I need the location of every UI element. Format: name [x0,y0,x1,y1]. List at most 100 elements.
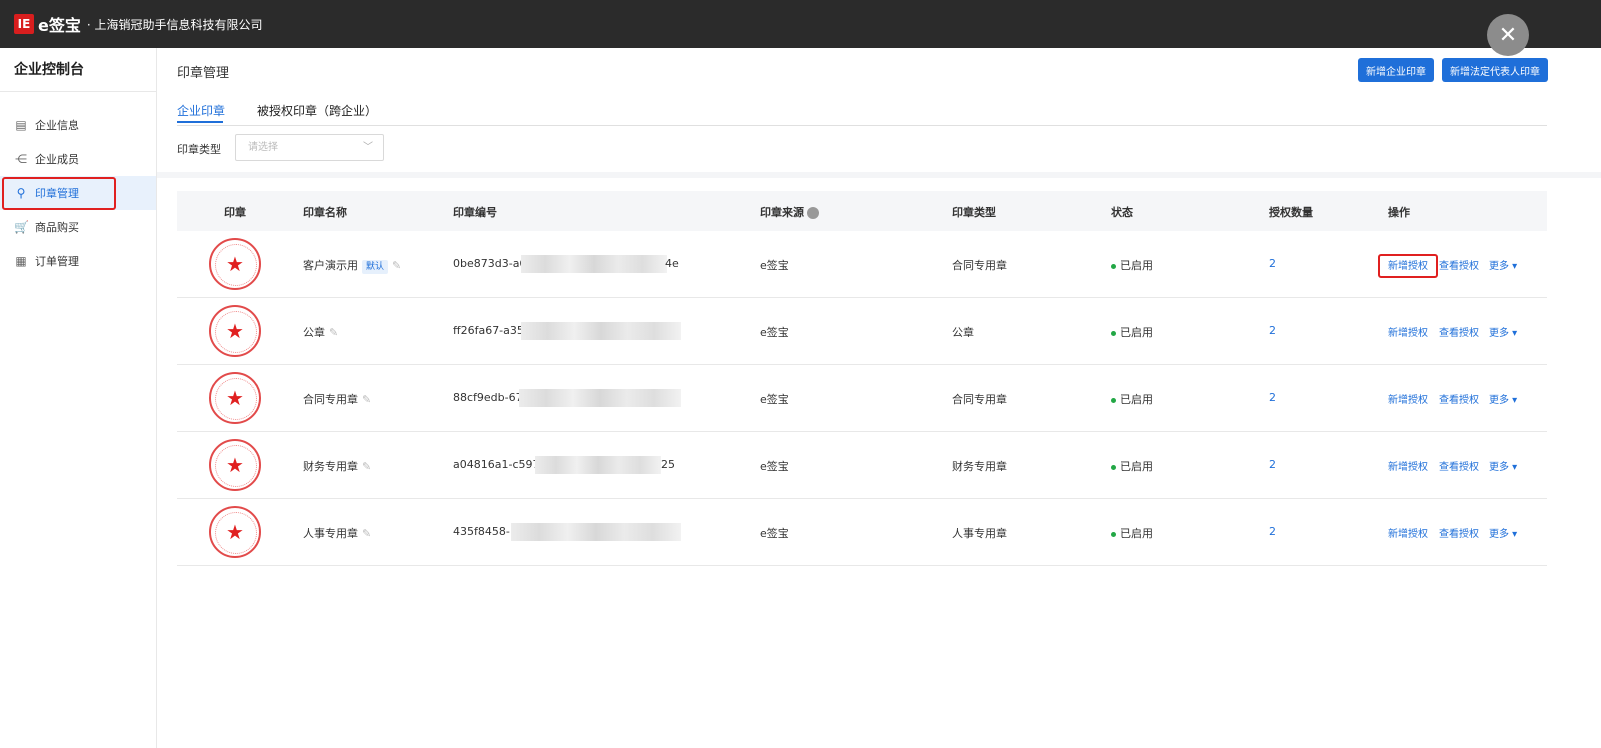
auth-count-link[interactable]: 2 [1269,391,1276,404]
col-seal-type: 印章类型 [952,206,996,219]
more-dropdown[interactable]: 更多 ▾ [1489,525,1517,540]
status-text: 已启用 [1120,460,1153,473]
seal-image: ★ [209,439,261,491]
add-auth-link[interactable]: 新增授权 [1388,391,1428,406]
status-text: 已启用 [1120,527,1153,540]
brand: IE e签宝 · 上海销冠助手信息科技有限公司 [14,12,263,36]
table-row: ★ 合同专用章✎ 88cf9edb-67 2a e签宝 合同专用章 已启用 2 … [177,365,1547,432]
auth-count-link[interactable]: 2 [1269,458,1276,471]
edit-icon[interactable]: ✎ [392,259,401,272]
seal-name-cell: 财务专用章 ✎ [303,458,371,474]
seal-type-filter-label: 印章类型 [177,143,221,156]
table-row: ★ 财务专用章 ✎ a04816a1-c597 25 e签宝 财务专用章 已启用 … [177,432,1547,499]
tab-authorized-seals[interactable]: 被授权印章（跨企业） [257,102,377,119]
status-dot-icon [1111,464,1116,470]
star-icon: ★ [226,319,244,343]
page-title: 印章管理 [177,66,230,81]
more-dropdown[interactable]: 更多 ▾ [1489,324,1517,339]
col-seal: 印章 [224,206,246,219]
status-dot-icon [1111,397,1116,403]
more-dropdown[interactable]: 更多 ▾ [1489,458,1517,473]
status-text: 已启用 [1120,393,1153,406]
view-auth-link[interactable]: 查看授权 [1439,391,1479,406]
add-auth-link[interactable]: 新增授权 [1388,458,1428,473]
order-icon: ▦ [15,254,27,268]
table-row: ★ 公章 ✎ ff26fa67-a35 e签宝 公章 已启用 2 新增授权 查看授… [177,298,1547,365]
sidebar-item-purchase[interactable]: 🛒 商品购买 [0,210,156,244]
active-tab-indicator [177,121,223,123]
seal-name-cell: 客户演示用 默认 ✎ [303,257,401,274]
add-auth-link[interactable]: 新增授权 [1388,525,1428,540]
star-icon: ★ [226,252,244,276]
col-auth-count: 授权数量 [1269,206,1313,219]
seal-image: ★ [209,238,261,290]
auth-count-link[interactable]: 2 [1269,324,1276,337]
close-button[interactable]: ✕ [1487,14,1529,56]
status-text: 已启用 [1120,326,1153,339]
seal-table: 印章 印章名称 印章编号 印章来源 印章类型 状态 授权数量 操作 ★ 客户演示… [177,191,1547,566]
seal-source: e签宝 [760,527,789,540]
edit-icon[interactable]: ✎ [362,460,371,473]
edit-icon[interactable]: ✎ [362,393,371,406]
tab-label: 企业印章 [177,104,226,118]
top-bar: IE e签宝 · 上海销冠助手信息科技有限公司 [0,0,1601,48]
seal-type: 人事专用章 [952,527,1007,540]
add-legal-rep-seal-button[interactable]: 新增法定代表人印章 [1442,58,1548,82]
status-badge: 已启用 [1111,324,1153,340]
section-divider [157,172,1601,178]
seal-type: 合同专用章 [952,259,1007,272]
add-auth-link[interactable]: 新增授权 [1388,257,1428,272]
stamp-icon: ⚲ [16,186,26,200]
seal-source: e签宝 [760,460,789,473]
redacted-code [535,456,661,474]
close-icon: ✕ [1498,22,1518,48]
seal-type: 合同专用章 [952,393,1007,406]
main-content: 印章管理 新增企业印章 新增法定代表人印章 企业印章 被授权印章（跨企业） 印章… [157,48,1601,748]
select-placeholder: 请选择 [248,142,278,153]
auth-count-link[interactable]: 2 [1269,257,1276,270]
col-seal-name: 印章名称 [303,206,347,219]
seal-type: 财务专用章 [952,460,1007,473]
status-badge: 已启用 [1111,525,1153,541]
seal-image: ★ [209,305,261,357]
status-badge: 已启用 [1111,257,1153,273]
seal-source: e签宝 [760,326,789,339]
seal-name: 合同专用章 [303,393,358,406]
view-auth-link[interactable]: 查看授权 [1439,458,1479,473]
seal-name: 客户演示用 [303,259,358,272]
help-icon[interactable] [807,207,819,219]
status-dot-icon [1111,330,1116,336]
edit-icon[interactable]: ✎ [362,527,371,540]
tab-company-seals[interactable]: 企业印章 [177,102,226,123]
sidebar-item-orders[interactable]: ▦ 订单管理 [0,244,156,278]
edit-icon[interactable]: ✎ [329,326,338,339]
esign-logo-icon: IE [14,14,34,34]
view-auth-link[interactable]: 查看授权 [1439,257,1479,272]
sidebar-item-members[interactable]: ⋲ 企业成员 [0,142,156,176]
sidebar-item-label: 订单管理 [35,255,79,268]
seal-type: 公章 [952,326,974,339]
status-badge: 已启用 [1111,458,1153,474]
star-icon: ★ [226,453,244,477]
view-auth-link[interactable]: 查看授权 [1439,324,1479,339]
col-status: 状态 [1111,206,1133,219]
seal-name-cell: 公章 ✎ [303,324,338,340]
status-dot-icon [1111,531,1116,537]
star-icon: ★ [226,520,244,544]
sidebar-item-seal-management[interactable]: ⚲ 印章管理 [0,176,156,210]
more-dropdown[interactable]: 更多 ▾ [1489,257,1517,272]
more-dropdown[interactable]: 更多 ▾ [1489,391,1517,406]
auth-count-link[interactable]: 2 [1269,525,1276,538]
sidebar-nav: ▤ 企业信息 ⋲ 企业成员 ⚲ 印章管理 🛒 商品购买 ▦ 订单管理 [0,108,156,278]
tab-bar: 企业印章 被授权印章（跨企业） [177,98,1547,126]
redacted-code [519,389,681,407]
add-company-seal-button[interactable]: 新增企业印章 [1358,58,1434,82]
col-seal-code: 印章编号 [453,206,497,219]
view-auth-link[interactable]: 查看授权 [1439,525,1479,540]
seal-code-end: 25 [661,458,675,471]
seal-type-select[interactable]: 请选择 ﹀ [235,134,384,161]
logo-text: e签宝 [38,16,81,35]
sidebar-item-company-info[interactable]: ▤ 企业信息 [0,108,156,142]
add-auth-link[interactable]: 新增授权 [1388,324,1428,339]
cart-icon: 🛒 [14,220,29,234]
